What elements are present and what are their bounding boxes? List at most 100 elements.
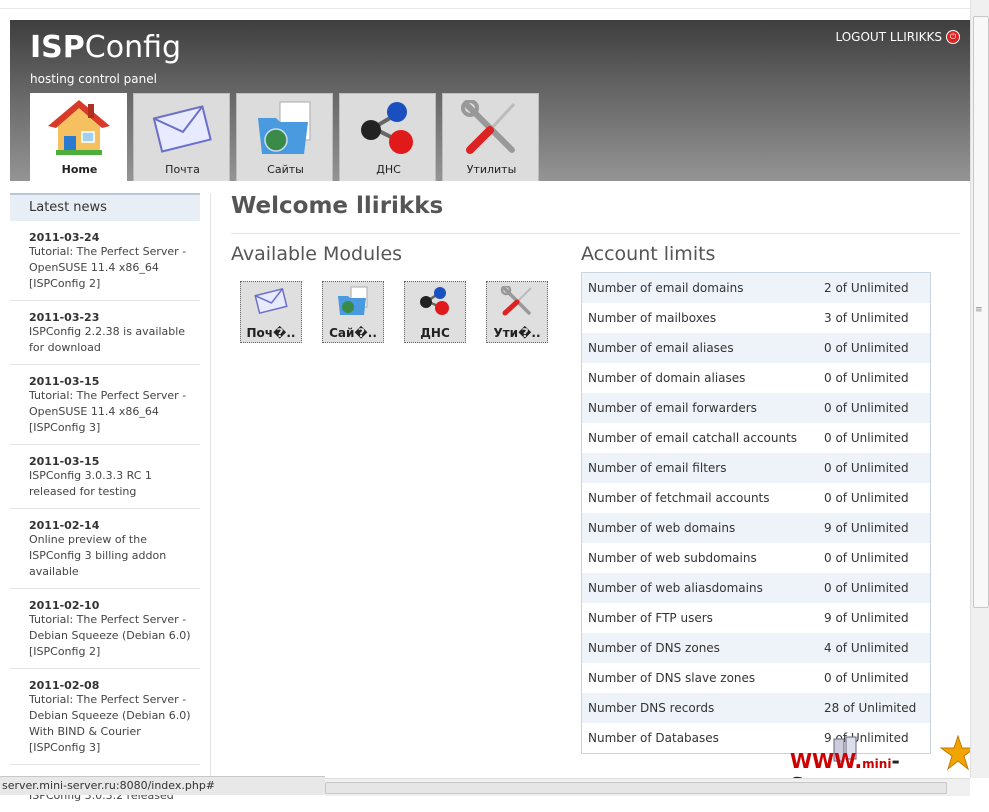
table-row: Number DNS records 28 of Unlimited: [581, 693, 931, 723]
limit-name: Number of fetchmail accounts: [588, 491, 770, 505]
news-item[interactable]: 2011-02-10 Tutorial: The Perfect Server …: [10, 589, 200, 669]
news-item[interactable]: 2011-03-24 Tutorial: The Perfect Server …: [10, 221, 200, 301]
table-row: Number of domain aliases 0 of Unlimited: [581, 363, 931, 393]
news-item[interactable]: 2011-02-14 Online preview of the ISPConf…: [10, 509, 200, 589]
table-row: Number of web aliasdomains 0 of Unlimited: [581, 573, 931, 603]
browser-top-gap: [0, 0, 989, 20]
sites-folder-globe-icon: [258, 101, 311, 154]
limit-value: 0 of Unlimited: [824, 551, 909, 565]
limit-name: Number of DNS zones: [588, 641, 720, 655]
limit-name: Number of web subdomains: [588, 551, 757, 565]
app-header: ISPConfig hosting control panel LOGOUT L…: [10, 20, 970, 181]
news-date: 2011-03-23: [29, 311, 100, 324]
news-date: 2011-03-15: [29, 455, 100, 468]
page-title: Welcome llirikks: [231, 193, 444, 219]
limit-name: Number of email domains: [588, 281, 744, 295]
limit-value: 0 of Unlimited: [824, 371, 909, 385]
table-row: Number of fetchmail accounts 0 of Unlimit…: [581, 483, 931, 513]
limit-name: Number of email forwarders: [588, 401, 757, 415]
limit-value: 2 of Unlimited: [824, 281, 909, 295]
limit-value: 3 of Unlimited: [824, 311, 909, 325]
sidebar-divider: [210, 193, 211, 778]
title-divider: [231, 233, 960, 234]
tab-sites-label: Сайты: [267, 163, 304, 176]
tab-home-label: Home: [61, 163, 98, 176]
limit-name: Number of domain aliases: [588, 371, 746, 385]
dns-molecule-icon: [420, 287, 449, 315]
module-dns-button[interactable]: ДНС: [404, 281, 466, 343]
app-tagline: hosting control panel: [30, 72, 157, 86]
limit-name: Number of mailboxes: [588, 311, 717, 325]
news-link[interactable]: Tutorial: The Perfect Server - OpenSUSE …: [29, 244, 200, 292]
app-logo[interactable]: ISPConfig: [30, 30, 181, 65]
news-item[interactable]: 2011-03-23 ISPConfig 2.2.38 is available…: [10, 301, 200, 365]
horizontal-scrollbar[interactable]: [325, 778, 970, 796]
tab-dns[interactable]: ДНС: [339, 93, 436, 181]
module-sites-button[interactable]: Сай�..: [322, 281, 384, 343]
modules-heading: Available Modules: [231, 243, 403, 265]
table-row: Number of email aliases 0 of Unlimited: [581, 333, 931, 363]
news-item[interactable]: 2011-02-08 Tutorial: The Perfect Server …: [10, 669, 200, 765]
vertical-scrollbar[interactable]: ≡: [970, 0, 989, 778]
logout-label: LOGOUT LLIRIKKS: [835, 30, 942, 44]
table-row: Number of email forwarders 0 of Unlimited: [581, 393, 931, 423]
news-link[interactable]: Tutorial: The Perfect Server - Debian Sq…: [29, 612, 200, 660]
limit-name: Number DNS records: [588, 701, 715, 715]
news-item[interactable]: 2011-03-15 ISPConfig 3.0.3.3 RC 1 releas…: [10, 445, 200, 509]
table-row: Number of DNS zones 4 of Unlimited: [581, 633, 931, 663]
tab-sites[interactable]: Сайты: [236, 93, 333, 181]
module-mail-button[interactable]: Поч�..: [240, 281, 302, 343]
module-label: Сай�..: [329, 326, 377, 340]
tools-wrench-screwdriver-icon: [500, 286, 532, 316]
module-tools-button[interactable]: Ути�..: [486, 281, 548, 343]
news-link[interactable]: Online preview of the ISPConfig 3 billin…: [29, 532, 200, 580]
scroll-grip-icon: ≡: [975, 305, 983, 315]
table-row: Number of mailboxes 3 of Unlimited: [581, 303, 931, 333]
limit-value: 0 of Unlimited: [824, 401, 909, 415]
limits-heading: Account limits: [581, 243, 716, 265]
news-link[interactable]: Tutorial: The Perfect Server - OpenSUSE …: [29, 388, 200, 436]
scrollbar-thumb[interactable]: [325, 782, 947, 794]
home-icon: [48, 100, 110, 155]
sidebar-title: Latest news: [10, 193, 200, 221]
table-row: Number of web subdomains 0 of Unlimited: [581, 543, 931, 573]
tab-mail[interactable]: Почта: [133, 93, 230, 181]
limit-value: 0 of Unlimited: [824, 581, 909, 595]
tab-tools[interactable]: Утилиты: [442, 93, 539, 181]
tab-tools-label: Утилиты: [466, 163, 517, 176]
news-link[interactable]: Tutorial: The Perfect Server - Debian Sq…: [29, 692, 200, 756]
limit-value: 4 of Unlimited: [824, 641, 909, 655]
limit-value: 9 of Unlimited: [824, 611, 909, 625]
limit-name: Number of email catchall accounts: [588, 431, 798, 445]
limit-name: Number of email aliases: [588, 341, 734, 355]
power-icon: ⏻: [946, 30, 960, 44]
table-row: Number of web domains 9 of Unlimited: [581, 513, 931, 543]
logout-link[interactable]: LOGOUT LLIRIKKS ⏻: [835, 30, 960, 44]
limit-name: Number of web domains: [588, 521, 736, 535]
table-row: Number of email catchall accounts 0 of Un…: [581, 423, 931, 453]
table-row: Number of email filters 0 of Unlimited: [581, 453, 931, 483]
news-item[interactable]: 2011-03-15 Tutorial: The Perfect Server …: [10, 365, 200, 445]
dns-molecule-icon: [361, 102, 413, 154]
news-date: 2011-02-08: [29, 679, 100, 692]
tab-mail-label: Почта: [165, 163, 200, 176]
watermark-logo: WWW.mini-Server.ru: [790, 735, 980, 797]
sites-folder-globe-icon: [338, 286, 368, 315]
news-link[interactable]: ISPConfig 2.2.38 is available for downlo…: [29, 324, 200, 356]
limit-name: Number of Databases: [588, 731, 719, 745]
module-label: Поч�..: [246, 326, 296, 340]
news-date: 2011-02-10: [29, 599, 100, 612]
table-row: Number of FTP users 9 of Unlimited: [581, 603, 931, 633]
limit-value: 0 of Unlimited: [824, 431, 909, 445]
table-row: Number of email domains 2 of Unlimited: [581, 272, 931, 303]
limit-value: 0 of Unlimited: [824, 461, 909, 475]
status-bar-url: server.mini-server.ru:8080/index.php#: [0, 776, 325, 795]
limit-name: Number of FTP users: [588, 611, 713, 625]
limit-name: Number of DNS slave zones: [588, 671, 756, 685]
news-link[interactable]: ISPConfig 3.0.3.3 RC 1 released for test…: [29, 468, 200, 500]
tab-home[interactable]: Home: [30, 93, 127, 181]
news-date: 2011-02-14: [29, 519, 100, 532]
limit-value: 0 of Unlimited: [824, 491, 909, 505]
limit-name: Number of web aliasdomains: [588, 581, 763, 595]
modules-grid: Поч�.. Сай�.. ДНС Ути�..: [240, 281, 548, 343]
